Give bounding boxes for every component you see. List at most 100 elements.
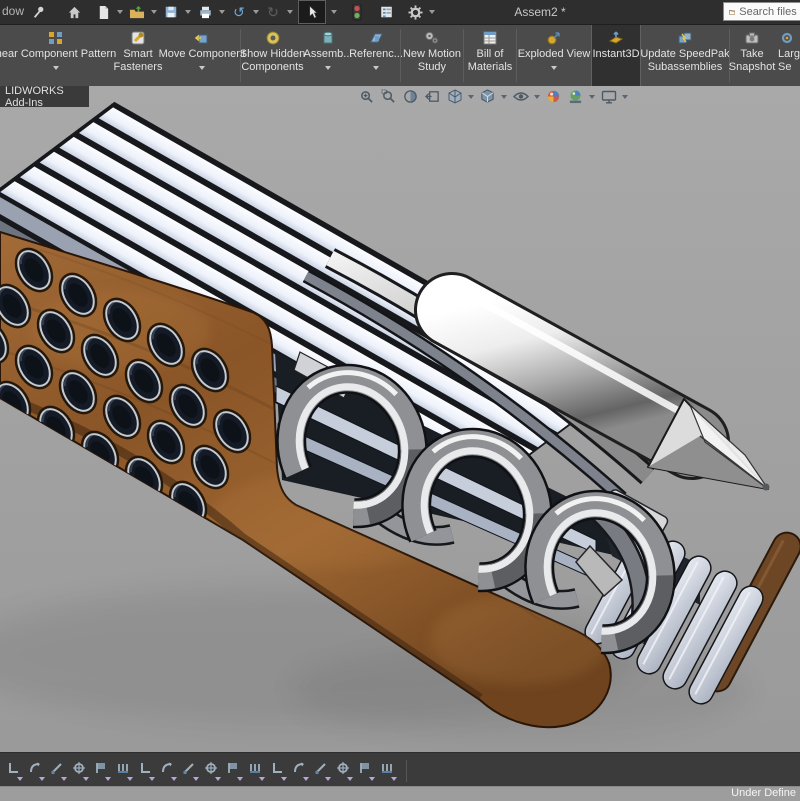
title-bar: dow ↺ ↻ Assem2 * Search files an (0, 0, 800, 25)
exploded-view-caret[interactable] (551, 66, 557, 70)
home-icon[interactable] (65, 3, 83, 21)
print-icon[interactable] (196, 3, 214, 21)
ribbon-button-linear-component-pattern[interactable]: near Component Pattern (0, 25, 112, 86)
ribbon-button-exploded-view[interactable]: Exploded View (517, 25, 591, 86)
open-document-icon[interactable] (128, 3, 146, 21)
zoom-to-fit-icon[interactable] (358, 88, 375, 105)
feature-tool-11-icon[interactable] (226, 761, 243, 781)
apply-scene-caret[interactable] (589, 95, 595, 99)
feature-tool-6-caret[interactable] (127, 777, 133, 781)
undo-icon[interactable]: ↺ (230, 3, 248, 21)
print-caret[interactable] (219, 10, 225, 14)
graphics-viewport[interactable] (0, 86, 800, 752)
ribbon-button-show-hidden-components[interactable]: Show Hidden Components (241, 25, 304, 86)
hide-show-caret[interactable] (534, 95, 540, 99)
feature-tool-8-caret[interactable] (171, 777, 177, 781)
view-orientation-caret[interactable] (468, 95, 474, 99)
search-input[interactable]: Search files an (723, 2, 800, 21)
select-caret[interactable] (331, 10, 337, 14)
feature-tool-13-icon[interactable] (270, 761, 287, 781)
display-style-caret[interactable] (501, 95, 507, 99)
display-style-icon[interactable] (479, 88, 496, 105)
view-settings-icon[interactable] (600, 88, 617, 105)
zoom-to-area-icon[interactable] (380, 88, 397, 105)
feature-tool-5-caret[interactable] (105, 777, 111, 781)
ribbon-button-reference-geometry[interactable]: Referenc... (352, 25, 400, 86)
feature-tool-15-icon[interactable] (314, 761, 331, 781)
feature-tool-2-caret[interactable] (39, 777, 45, 781)
hide-show-items-icon[interactable] (512, 88, 529, 105)
feature-tool-18-icon[interactable] (380, 761, 397, 781)
feature-tool-14-caret[interactable] (303, 777, 309, 781)
feature-tool-12-icon[interactable] (248, 761, 265, 781)
feature-tool-10-icon[interactable] (204, 761, 221, 781)
new-document-caret[interactable] (117, 10, 123, 14)
ribbon-button-smart-fasteners[interactable]: Smart Fasteners (112, 25, 164, 86)
settings-gear-icon[interactable] (406, 3, 424, 21)
linear-component-pattern-caret[interactable] (53, 66, 59, 70)
feature-tool-4-caret[interactable] (83, 777, 89, 781)
headsup-toolbar (358, 88, 628, 105)
feature-tool-8-icon[interactable] (160, 761, 177, 781)
apply-scene-icon[interactable] (567, 88, 584, 105)
feature-tool-2-icon[interactable] (28, 761, 45, 781)
feature-tool-15-caret[interactable] (325, 777, 331, 781)
new-document-icon[interactable] (94, 3, 112, 21)
feature-tool-13-caret[interactable] (281, 777, 287, 781)
reference-geometry-caret[interactable] (373, 66, 379, 70)
feature-tool-1-icon[interactable] (6, 761, 23, 781)
ribbon-button-bill-of-materials[interactable]: Bill of Materials (464, 25, 516, 86)
smart-fasteners-icon (129, 28, 147, 48)
feature-tool-3-icon[interactable] (50, 761, 67, 781)
model-canvas (0, 86, 800, 752)
feature-tool-12-caret[interactable] (259, 777, 265, 781)
tab-solidworks-add-ins[interactable]: LIDWORKS Add-Ins (0, 86, 89, 107)
feature-tool-5-icon[interactable] (94, 761, 111, 781)
view-settings-caret[interactable] (622, 95, 628, 99)
options-list-icon[interactable] (377, 3, 395, 21)
window-menu-fragment[interactable]: dow (2, 4, 24, 18)
redo-icon[interactable]: ↻ (264, 3, 282, 21)
save-caret[interactable] (185, 10, 191, 14)
select-arrow-icon[interactable] (298, 0, 326, 24)
exploded-view-icon (545, 28, 563, 48)
feature-tool-7-icon[interactable] (138, 761, 155, 781)
view-orientation-icon[interactable] (446, 88, 463, 105)
show-hidden-components-icon (264, 28, 282, 48)
feature-tool-3-caret[interactable] (61, 777, 67, 781)
ribbon-button-take-snapshot[interactable]: Take Snapshot (730, 25, 774, 86)
feature-tool-9-caret[interactable] (193, 777, 199, 781)
ribbon-button-new-motion-study[interactable]: New Motion Study (401, 25, 463, 86)
feature-tool-17-icon[interactable] (358, 761, 375, 781)
feature-tool-14-icon[interactable] (292, 761, 309, 781)
ribbon-button-move-component[interactable]: Move Component (164, 25, 240, 86)
feature-tool-4-icon[interactable] (72, 761, 89, 781)
feature-tool-11-caret[interactable] (237, 777, 243, 781)
feature-tool-1-caret[interactable] (17, 777, 23, 781)
move-component-caret[interactable] (199, 66, 205, 70)
ribbon-button-update-speedpak[interactable]: Update SpeedPak Subassemblies (641, 25, 729, 86)
ribbon-button-assembly-features[interactable]: Assemb... (304, 25, 352, 86)
feature-tool-17-caret[interactable] (369, 777, 375, 781)
previous-view-icon[interactable] (424, 88, 441, 105)
feature-tool-6-icon[interactable] (116, 761, 133, 781)
redo-caret[interactable] (287, 10, 293, 14)
edit-appearance-icon[interactable] (545, 88, 562, 105)
feature-tool-10-caret[interactable] (215, 777, 221, 781)
rebuild-traffic-light-icon[interactable] (348, 3, 366, 21)
assembly-features-caret[interactable] (325, 66, 331, 70)
ribbon-button-instant3d[interactable]: Instant3D (591, 25, 641, 86)
feature-tool-18-caret[interactable] (391, 777, 397, 781)
feature-tool-7-caret[interactable] (149, 777, 155, 781)
feature-tool-16-caret[interactable] (347, 777, 353, 781)
save-icon[interactable] (162, 3, 180, 21)
section-view-icon[interactable] (402, 88, 419, 105)
undo-caret[interactable] (253, 10, 259, 14)
pin-icon[interactable] (30, 3, 48, 21)
feature-tool-9-icon[interactable] (182, 761, 199, 781)
settings-caret[interactable] (429, 10, 435, 14)
open-document-caret[interactable] (151, 10, 157, 14)
feature-tool-16-icon[interactable] (336, 761, 353, 781)
take-snapshot-icon (743, 28, 761, 48)
ribbon-button-large-assembly-settings[interactable]: Large Se (774, 25, 800, 86)
